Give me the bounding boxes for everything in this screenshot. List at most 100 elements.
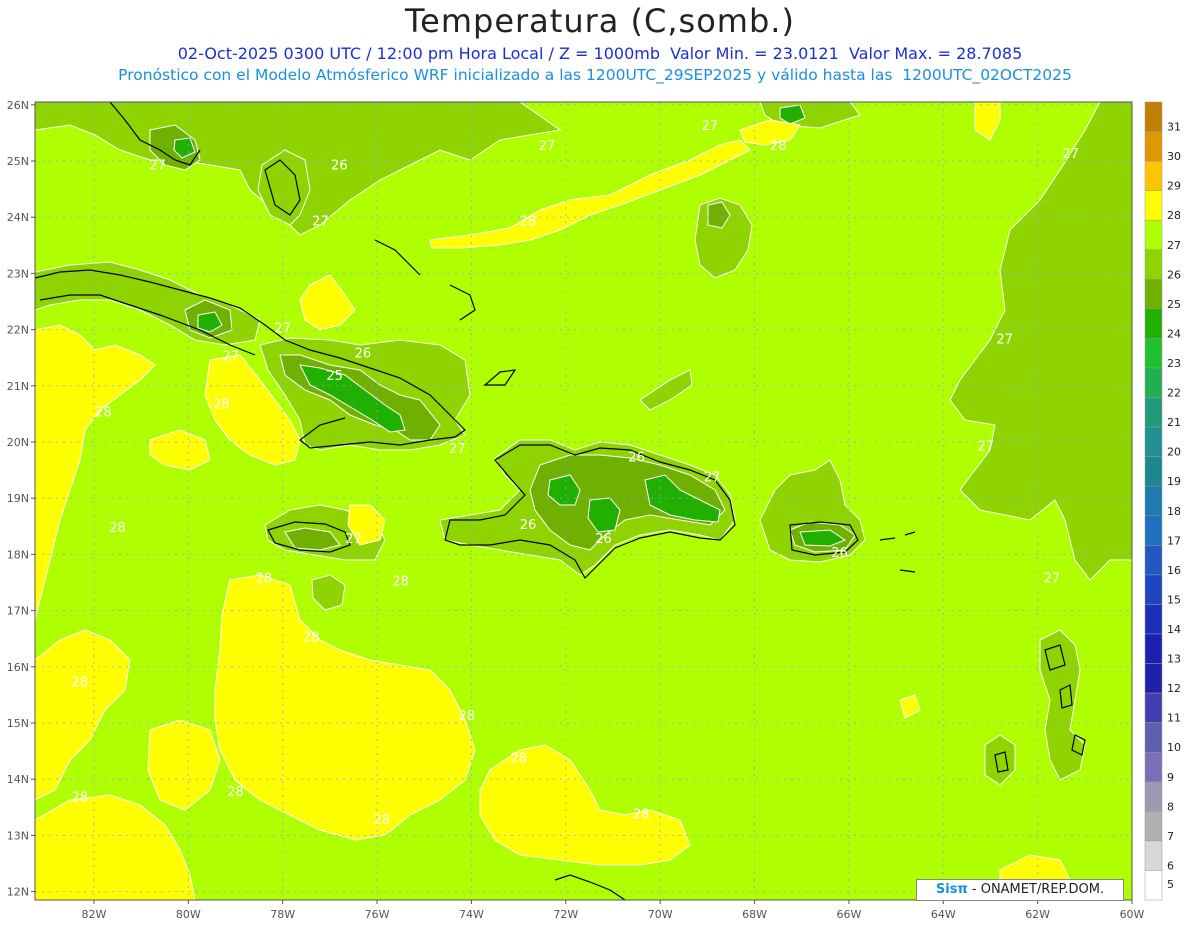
colorbar-level-label: 16 bbox=[1167, 564, 1181, 577]
colorbar-swatch bbox=[1144, 426, 1163, 457]
contour-label: 26 bbox=[355, 347, 372, 362]
lat-tick-label: 19N bbox=[7, 492, 29, 505]
lat-tick-label: 24N bbox=[7, 211, 29, 224]
contour-label: 27 bbox=[149, 158, 166, 173]
contour-label: 27 bbox=[274, 321, 291, 336]
contour-label: 28 bbox=[633, 808, 650, 823]
lat-tick-label: 23N bbox=[7, 267, 29, 280]
colorbar-swatch bbox=[1144, 190, 1163, 221]
contour-label: 27 bbox=[312, 215, 329, 230]
contour-label: 27 bbox=[223, 350, 240, 365]
temperature-map: 27 26 27 27 27 28 27 28 27 26 25 27 28 28 27 27 26 27 27 28… bbox=[7, 99, 1181, 921]
lon-tick-label: 70W bbox=[648, 908, 673, 921]
colorbar-swatch bbox=[1144, 101, 1163, 132]
contour-label: 27 bbox=[996, 333, 1013, 348]
colorbar-level-label: 29 bbox=[1167, 180, 1181, 193]
colorbar: 31 30 29 28 27 26 25 24 23 22 21 20 19 18 17 16 15 14 13 12… bbox=[1144, 101, 1181, 901]
colorbar-level-label: 8 bbox=[1167, 800, 1174, 813]
contour-label: 28 bbox=[95, 406, 112, 421]
contour-label: 27 bbox=[449, 442, 466, 457]
credit-box: Sisπ - ONAMET/REP.DOM. bbox=[916, 879, 1124, 901]
colorbar-swatch bbox=[1144, 338, 1163, 369]
colorbar-swatch bbox=[1144, 751, 1163, 783]
colorbar-level-label: 22 bbox=[1167, 387, 1181, 400]
colorbar-swatch bbox=[1144, 249, 1163, 280]
colorbar-level-label: 6 bbox=[1167, 859, 1174, 872]
colorbar-level-label: 13 bbox=[1167, 653, 1181, 666]
colorbar-level-label: 31 bbox=[1167, 121, 1181, 134]
colorbar-swatch bbox=[1144, 574, 1163, 605]
colorbar-level-label: 17 bbox=[1167, 534, 1181, 547]
contour-label: 28 bbox=[109, 521, 126, 536]
latitude-axis: 26N 25N 24N 23N 22N 21N 20N 19N 18N 17N 16N 15N 14N 1… bbox=[7, 99, 35, 899]
credit-text: - ONAMET/REP.DOM. bbox=[967, 882, 1105, 897]
lon-tick-label: 64W bbox=[931, 908, 956, 921]
contour-label: 28 bbox=[520, 215, 537, 230]
colorbar-swatch bbox=[1144, 781, 1163, 812]
map-plot-area bbox=[35, 102, 1132, 900]
contour-label: 27 bbox=[1062, 147, 1079, 162]
lon-tick-label: 80W bbox=[176, 908, 201, 921]
colorbar-level-label: 14 bbox=[1167, 623, 1181, 636]
colorbar-swatch bbox=[1144, 633, 1163, 664]
lon-tick-label: 74W bbox=[459, 908, 484, 921]
colorbar-swatch bbox=[1144, 811, 1163, 842]
colorbar-swatch bbox=[1144, 722, 1163, 753]
colorbar-swatch bbox=[1144, 456, 1163, 487]
contour-label: 28 bbox=[213, 397, 230, 412]
colorbar-swatch bbox=[1144, 279, 1163, 310]
lat-tick-label: 14N bbox=[7, 773, 29, 786]
contour-label: 27 bbox=[1044, 571, 1061, 586]
colorbar-level-label: 28 bbox=[1167, 209, 1181, 222]
lon-tick-label: 62W bbox=[1025, 908, 1050, 921]
lon-tick-label: 72W bbox=[553, 908, 578, 921]
contour-label: 28 bbox=[72, 791, 89, 806]
colorbar-level-label: 5 bbox=[1167, 878, 1174, 891]
colorbar-swatch bbox=[1144, 515, 1163, 546]
lat-tick-label: 12N bbox=[7, 886, 29, 899]
contour-label: 28 bbox=[256, 571, 273, 586]
colorbar-level-label: 30 bbox=[1167, 150, 1181, 163]
colorbar-level-label: 21 bbox=[1167, 416, 1181, 429]
contour-label: 28 bbox=[303, 630, 320, 645]
lat-tick-label: 17N bbox=[7, 605, 29, 618]
lon-tick-label: 76W bbox=[365, 908, 390, 921]
colorbar-swatch bbox=[1144, 160, 1163, 191]
colorbar-swatch bbox=[1144, 485, 1163, 517]
contour-label: 26 bbox=[331, 158, 348, 173]
colorbar-level-label: 15 bbox=[1167, 593, 1181, 606]
contour-label: 28 bbox=[458, 709, 475, 724]
lat-tick-label: 22N bbox=[7, 324, 29, 337]
lon-tick-label: 78W bbox=[270, 908, 295, 921]
contour-label: 28 bbox=[510, 751, 527, 766]
lat-tick-label: 16N bbox=[7, 661, 29, 674]
colorbar-swatch bbox=[1144, 219, 1163, 251]
contour-label: 27 bbox=[977, 439, 994, 454]
lon-tick-label: 68W bbox=[742, 908, 767, 921]
lat-tick-label: 13N bbox=[7, 829, 29, 842]
colorbar-level-label: 27 bbox=[1167, 239, 1181, 252]
lon-tick-label: 60W bbox=[1120, 908, 1145, 921]
contour-label: 25 bbox=[326, 369, 343, 384]
colorbar-level-label: 20 bbox=[1167, 446, 1181, 459]
colorbar-level-label: 23 bbox=[1167, 357, 1181, 370]
colorbar-level-label: 25 bbox=[1167, 298, 1181, 311]
contour-label: 28 bbox=[72, 675, 89, 690]
contour-label: 26 bbox=[628, 451, 645, 466]
colorbar-swatch bbox=[1144, 545, 1163, 576]
lon-tick-label: 66W bbox=[836, 908, 861, 921]
contour-label: 27 bbox=[704, 470, 721, 485]
colorbar-level-label: 11 bbox=[1167, 712, 1181, 725]
contour-label: 28 bbox=[227, 785, 244, 800]
colorbar-level-label: 7 bbox=[1167, 830, 1174, 843]
lat-tick-label: 21N bbox=[7, 380, 29, 393]
colorbar-swatch bbox=[1144, 308, 1163, 339]
colorbar-level-label: 19 bbox=[1167, 475, 1181, 488]
contour-label: 26 bbox=[831, 546, 848, 561]
colorbar-level-label: 24 bbox=[1167, 327, 1181, 340]
contour-label: 26 bbox=[595, 532, 612, 547]
contour-label: 27 bbox=[345, 532, 362, 547]
colorbar-swatch bbox=[1144, 692, 1163, 723]
colorbar-level-label: 12 bbox=[1167, 682, 1181, 695]
lat-tick-label: 18N bbox=[7, 548, 29, 561]
